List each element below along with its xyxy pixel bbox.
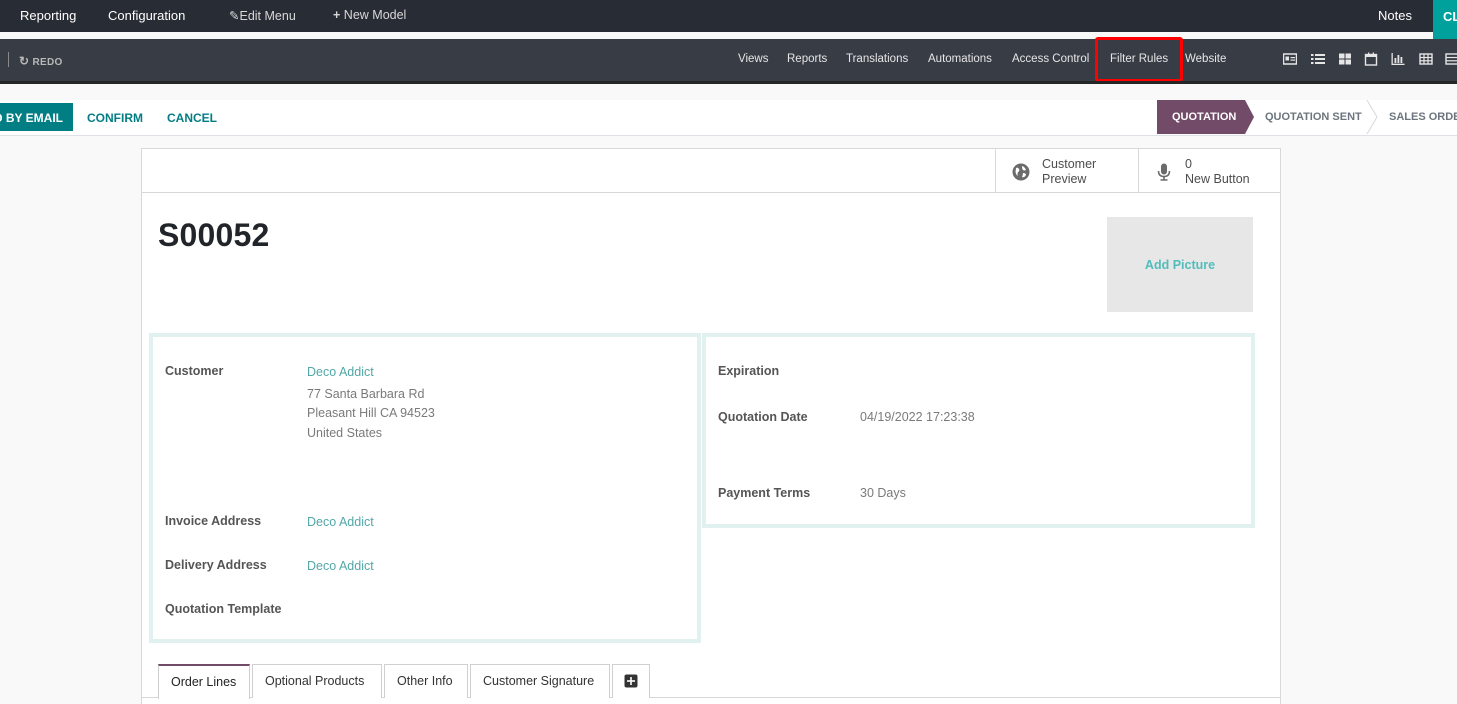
tab-other-info[interactable]: Other Info [384,664,468,698]
top-navbar: Reporting Configuration ✎Edit Menu + New… [0,0,1457,39]
tab-optional-products[interactable]: Optional Products [252,664,382,698]
button-box: Customer Preview 0 New Button [142,149,1280,193]
tab-customer-signature[interactable]: Customer Signature [470,664,610,698]
quotation-date-label: Quotation Date [718,410,808,424]
customer-preview-button[interactable]: Customer Preview [995,149,1138,193]
new-button-label: New Button [1185,172,1250,186]
more-views-icon[interactable] [1445,52,1457,66]
send-by-email-button[interactable]: SEND BY EMAIL [0,103,73,131]
toolbar-divider [8,52,9,67]
new-model-label: New Model [343,8,407,22]
studio-tab-website[interactable]: Website [1185,53,1226,65]
customer-preview-line2: Preview [1042,172,1087,186]
redo-button[interactable]: ↻ REDO [19,54,63,68]
new-model-button[interactable]: + New Model [333,8,406,22]
list-view-icon[interactable] [1311,52,1325,66]
redo-icon: ↻ [19,54,30,68]
toolbar-bottom-border [0,81,1457,84]
new-button-count: 0 [1185,157,1192,171]
form-sheet: Customer Preview 0 New Button S00052 Add… [141,148,1281,704]
add-tab-button[interactable] [612,664,650,698]
send-by-email-label: SEND BY EMAIL [0,111,63,125]
invoice-address-label: Invoice Address [165,514,262,528]
studio-tab-reports[interactable]: Reports [787,53,827,65]
filter-rules-highlight [1095,37,1183,82]
delivery-address-label: Delivery Address [165,558,267,572]
plus-square-icon [624,674,638,688]
pencil-icon: ✎ [229,9,240,23]
new-button[interactable]: 0 New Button [1138,149,1280,193]
notes-menu[interactable]: Notes [1378,8,1412,23]
customer-preview-line1: Customer [1042,157,1097,171]
pivot-view-icon[interactable] [1419,52,1433,66]
calendar-view-icon[interactable] [1364,52,1378,66]
delivery-address-link[interactable]: Deco Addict [307,559,374,573]
menu-reporting[interactable]: Reporting [20,8,76,23]
redo-label: REDO [32,57,63,68]
stage-sales-order[interactable]: SALES ORDER [1389,100,1457,134]
address-line-2: Pleasant Hill CA 94523 [307,406,435,420]
form-control-panel: SEND BY EMAIL CONFIRM CANCEL QUOTATION Q… [0,100,1457,136]
address-line-1: 77 Santa Barbara Rd [307,387,425,401]
record-title: S00052 [158,217,270,253]
edit-menu-label: Edit Menu [239,9,296,23]
globe-icon [1012,163,1030,181]
address-line-3: United States [307,426,383,440]
menu-configuration[interactable]: Configuration [108,8,185,23]
quotation-template-label: Quotation Template [165,602,282,616]
form-view-icon[interactable] [1283,52,1297,66]
studio-toolbar: ↻ REDO Views Reports Translations Automa… [0,39,1457,81]
studio-tab-translations[interactable]: Translations [846,53,908,65]
close-studio-button[interactable]: CL [1433,0,1457,39]
kanban-view-icon[interactable] [1338,52,1352,66]
stage-separator-icon [1366,100,1378,134]
edit-menu-button[interactable]: ✎Edit Menu [229,8,296,23]
plus-icon: + [333,8,341,22]
customer-label: Customer [165,364,224,378]
customer-group: Customer Deco Addict 77 Santa Barbara Rd… [149,333,701,643]
payment-terms-label: Payment Terms [718,486,811,500]
graph-view-icon[interactable] [1391,52,1405,66]
add-picture-button[interactable]: Add Picture [1107,217,1253,312]
cancel-button[interactable]: CANCEL [167,111,217,125]
stage-quotation-sent[interactable]: QUOTATION SENT [1265,100,1362,134]
studio-tab-views[interactable]: Views [738,53,768,65]
payment-terms-value[interactable]: 30 Days [860,486,906,500]
studio-tab-automations[interactable]: Automations [928,53,992,65]
confirm-button[interactable]: CONFIRM [87,111,143,125]
customer-link[interactable]: Deco Addict [307,365,374,379]
expiration-label: Expiration [718,364,780,378]
dates-group: Expiration Quotation Date 04/19/2022 17:… [702,333,1255,528]
invoice-address-link[interactable]: Deco Addict [307,515,374,529]
studio-tab-access-control[interactable]: Access Control [1012,53,1089,65]
stage-quotation[interactable]: QUOTATION [1157,100,1254,134]
tab-order-lines[interactable]: Order Lines [158,664,250,699]
quotation-date-value[interactable]: 04/19/2022 17:23:38 [860,410,975,424]
microphone-icon [1157,163,1171,181]
